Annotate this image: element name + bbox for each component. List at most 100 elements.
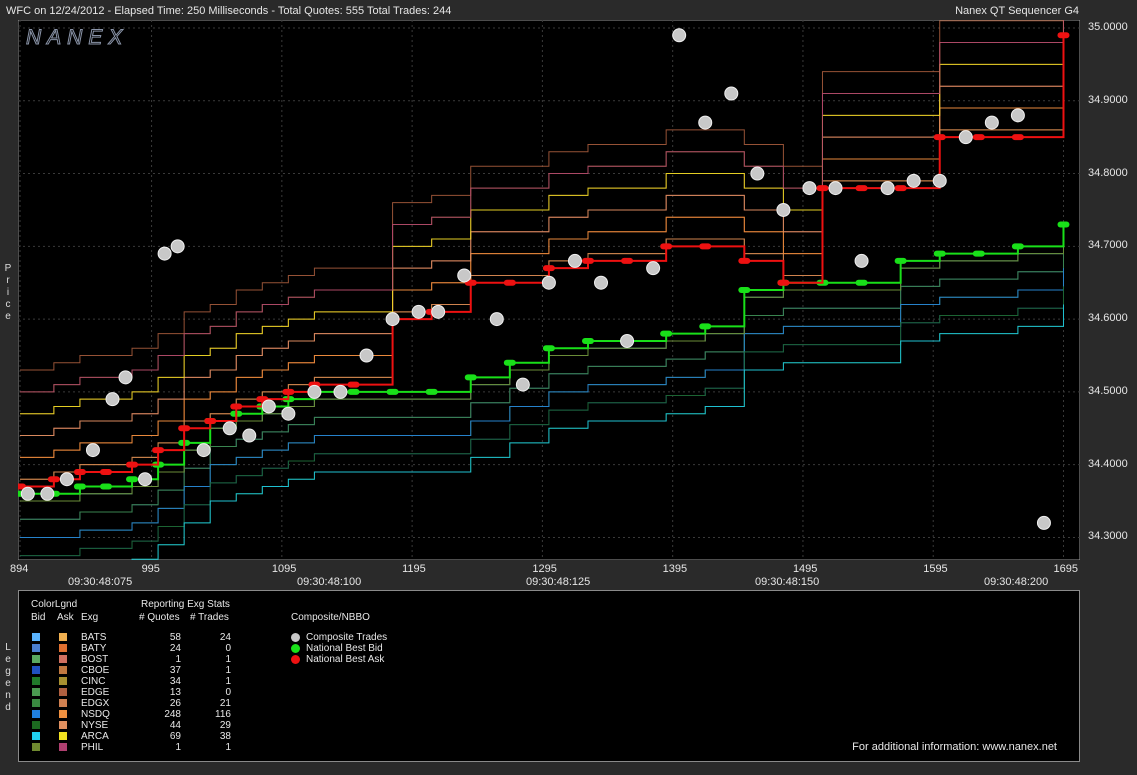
x-tick-label: 1195	[402, 563, 426, 575]
composite-trade-point	[906, 173, 921, 188]
best-ask-point	[152, 447, 165, 454]
ask-column-header: Ask	[57, 612, 74, 623]
composite-trade-point	[489, 312, 504, 327]
exchange-row: EDGX 26 21	[19, 698, 259, 709]
best-ask-point	[47, 476, 60, 483]
ask-color-swatch	[59, 633, 67, 641]
x-time-label: 09:30:48:100	[297, 576, 362, 588]
exchange-name: BATS	[81, 632, 107, 643]
composite-trade-point	[138, 472, 153, 487]
ask-color-swatch	[59, 721, 67, 729]
exchange-row: CBOE 37 1	[19, 665, 259, 676]
exchange-quotes: 58	[169, 632, 181, 643]
best-ask-point	[699, 243, 712, 250]
best-ask-point	[99, 468, 112, 475]
composite-trade-point	[242, 428, 257, 443]
exchange-row: PHIL 1 1	[19, 742, 259, 753]
exchange-quotes: 24	[169, 643, 181, 654]
ask-color-swatch	[59, 743, 67, 751]
x-time-label: 09:30:48:200	[984, 576, 1049, 588]
bid-color-swatch	[32, 721, 40, 729]
composite-trade-point	[698, 115, 713, 130]
best-bid-point	[738, 287, 751, 293]
bid-color-swatch	[32, 688, 40, 696]
x-tick-label: 1595	[923, 563, 948, 575]
exchange-trades: 29	[219, 720, 231, 731]
exg-column-header: Exg	[81, 612, 99, 623]
best-ask-point	[894, 185, 907, 192]
exchange-quotes: 248	[164, 709, 181, 720]
composite-trade-point	[170, 239, 185, 254]
composite-trade-point	[750, 166, 765, 181]
price-axis-label: Price	[4, 263, 12, 322]
best-bid-point	[894, 257, 907, 264]
composite-trade-point	[802, 181, 817, 196]
y-tick-label: 34.5000	[1088, 384, 1128, 397]
composite-trade-point	[105, 392, 120, 407]
best-bid-point	[425, 388, 438, 395]
key-marker-icon	[291, 644, 300, 653]
bid-color-swatch	[32, 644, 40, 652]
trades-column-header: # Trades	[190, 612, 229, 623]
chart-plot-area[interactable]: NANEX	[18, 20, 1080, 560]
exchange-quotes: 44	[169, 720, 181, 731]
x-time-label: 09:30:48:150	[755, 576, 820, 588]
composite-trade-point	[932, 173, 947, 188]
composite-trade-point	[20, 486, 35, 501]
composite-trade-point	[431, 304, 446, 319]
composite-trade-point	[307, 384, 322, 399]
best-bid-point	[347, 388, 360, 395]
x-time-label: 09:30:48:075	[68, 576, 133, 588]
best-bid-point	[699, 323, 712, 330]
exchange-trades: 1	[225, 676, 231, 687]
best-bid-point	[855, 279, 868, 286]
price-chart-svg[interactable]: NANEX	[18, 20, 1080, 560]
exchange-trades: 1	[225, 654, 231, 665]
composite-trade-point	[40, 486, 55, 501]
best-bid-point	[503, 359, 516, 366]
composite-trade-point	[157, 246, 172, 261]
composite-trade-point	[222, 421, 237, 436]
bid-color-swatch	[32, 655, 40, 663]
x-tick-label: 894	[10, 563, 29, 575]
exchange-name: PHIL	[81, 742, 104, 753]
exchange-quotes: 26	[169, 698, 181, 709]
best-ask-point	[777, 279, 790, 286]
bid-color-swatch	[32, 633, 40, 641]
x-tick-label: 1395	[662, 563, 688, 575]
best-bid-point	[933, 250, 946, 257]
composite-trade-point	[385, 312, 400, 327]
exchange-name: BOST	[81, 654, 109, 665]
exchange-trades: 0	[225, 643, 231, 654]
exchange-row: EDGE 13 0	[19, 687, 259, 698]
legend-side-label: Legend	[5, 642, 11, 713]
best-ask-point	[1057, 32, 1070, 39]
footer-info: For additional information: www.nanex.ne…	[852, 741, 1057, 753]
best-ask-point	[933, 134, 946, 141]
composite-trade-point	[984, 115, 999, 130]
exchange-row: NYSE 44 29	[19, 720, 259, 731]
bid-color-swatch	[32, 677, 40, 685]
best-ask-point	[660, 243, 673, 250]
quotes-column-header: # Quotes	[139, 612, 180, 623]
bid-color-swatch	[32, 732, 40, 740]
x-tick-label: 995	[141, 563, 160, 575]
composite-trade-point	[646, 261, 661, 276]
ask-color-swatch	[59, 732, 67, 740]
y-tick-label: 34.9000	[1088, 93, 1128, 106]
bid-color-swatch	[32, 710, 40, 718]
composite-trade-point	[359, 348, 374, 363]
header-product-name: Nanex QT Sequencer G4	[955, 5, 1079, 17]
exchange-name: BATY	[81, 643, 107, 654]
composite-trade-point	[958, 130, 973, 145]
exchange-name: EDGE	[81, 687, 110, 698]
y-tick-label: 34.3000	[1088, 530, 1128, 543]
best-bid-point	[99, 483, 112, 490]
best-ask-point	[126, 461, 139, 468]
exchange-quotes: 37	[169, 665, 181, 676]
legend-panel: ColorLgnd Bid Ask Exg Reporting Exg Stat…	[18, 590, 1080, 762]
composite-trade-point	[118, 370, 133, 385]
exchange-name: NYSE	[81, 720, 109, 731]
best-bid-point	[660, 330, 673, 337]
exchange-quotes: 1	[175, 654, 181, 665]
